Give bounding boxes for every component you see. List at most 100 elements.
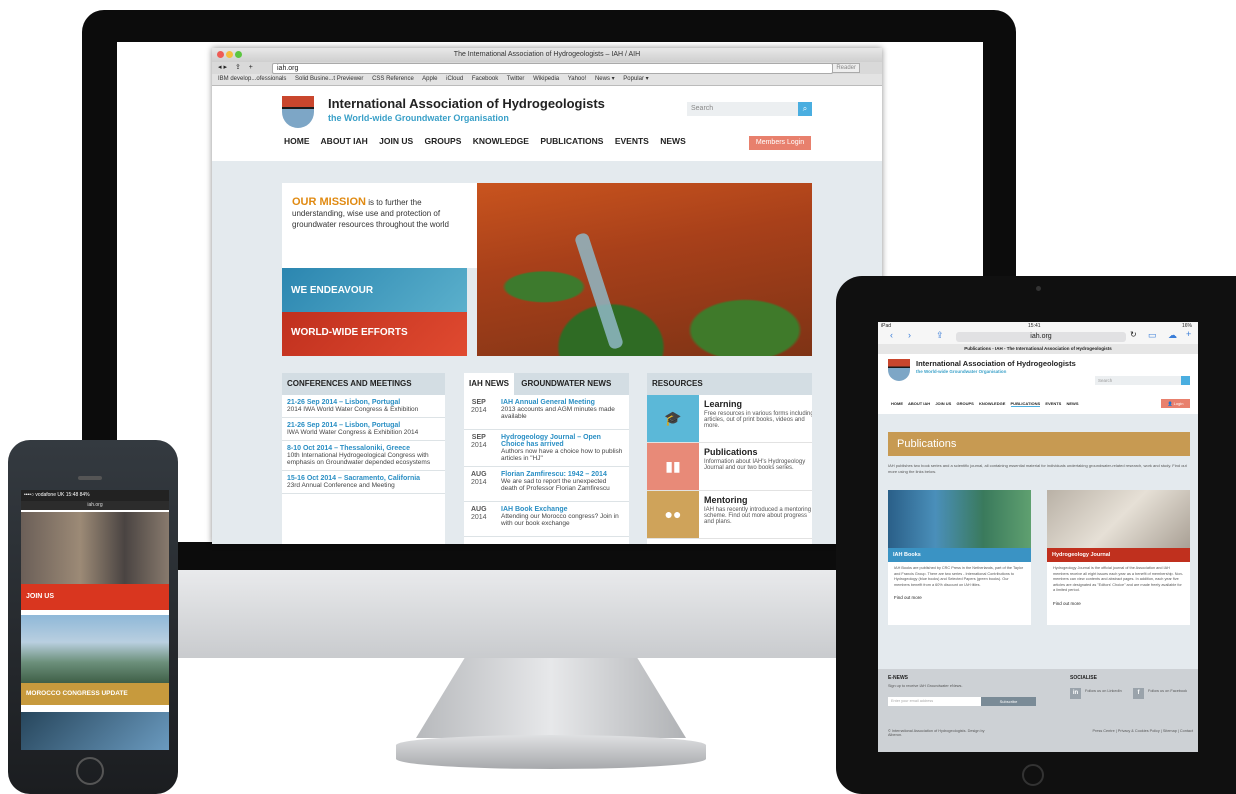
nav-publications[interactable]: PUBLICATIONS xyxy=(1010,401,1041,407)
search-input[interactable]: Search xyxy=(1095,376,1182,385)
nav-knowledge[interactable]: KNOWLEDGE xyxy=(979,401,1005,406)
bookmarks-icon[interactable]: ▭ xyxy=(1148,330,1157,341)
linkedin-icon[interactable]: in xyxy=(1070,688,1081,699)
bookmark-item[interactable]: Apple xyxy=(422,76,437,82)
news-title[interactable]: Florian Zamfirescu: 1942 – 2014 xyxy=(501,471,624,478)
nav-about[interactable]: ABOUT IAH xyxy=(321,136,368,146)
bookmark-item[interactable]: News ▾ xyxy=(595,76,615,82)
address-bar[interactable]: iah.org xyxy=(272,63,833,74)
bookmark-item[interactable]: IBM develop...ofessionals xyxy=(218,76,286,82)
list-item[interactable]: AUG 2014 IAH Book Exchange Attending our Mo… xyxy=(464,502,629,537)
list-item[interactable]: AUG 2014 Florian Zamfirescu: 1942 – 2014 We… xyxy=(464,467,629,502)
new-tab-icon[interactable]: + xyxy=(1186,329,1191,339)
tab-iah-news[interactable]: IAH NEWS xyxy=(464,373,514,395)
card-label[interactable]: Hydrogeology Journal xyxy=(1047,548,1190,562)
minimize-icon[interactable] xyxy=(226,51,233,58)
zoom-icon[interactable] xyxy=(235,51,242,58)
tab-groundwater-news[interactable]: GROUNDWATER NEWS xyxy=(516,379,616,388)
conference-title[interactable]: 21-26 Sep 2014 – Lisbon, Portugal xyxy=(287,399,440,406)
hydrogeology-journal-card[interactable]: Hydrogeology Journal Hydrogeology Journa… xyxy=(1047,490,1190,625)
nav-publications[interactable]: PUBLICATIONS xyxy=(540,136,603,146)
footer-links[interactable]: Press Centre | Privacy & Cookies Policy … xyxy=(1063,729,1193,733)
list-item[interactable]: 15-16 Oct 2014 – Sacramento, California 2… xyxy=(282,471,445,494)
conference-title[interactable]: 21-26 Sep 2014 – Lisbon, Portugal xyxy=(287,422,440,429)
find-out-more-link[interactable]: Find out more xyxy=(888,592,1031,603)
resource-title[interactable]: Publications xyxy=(704,447,812,457)
nav-knowledge[interactable]: KNOWLEDGE xyxy=(473,136,529,146)
nav-groups[interactable]: GROUPS xyxy=(425,136,462,146)
iah-books-card[interactable]: IAH Books IAH Books are published by CRC… xyxy=(888,490,1031,625)
list-item[interactable]: SEP 2014 IAH Annual General Meeting 2013 ac… xyxy=(464,395,629,430)
resource-mentoring[interactable]: ●● Mentoring IAH has recently introduced … xyxy=(647,491,812,539)
cloud-icon[interactable]: ☁ xyxy=(1168,330,1177,341)
list-item[interactable]: 21-26 Sep 2014 – Lisbon, Portugal 2014 IW… xyxy=(282,395,445,418)
nav-groups[interactable]: GROUPS xyxy=(956,401,973,406)
list-item[interactable]: SEP 2014 Hydrogeology Journal – Open Choic… xyxy=(464,430,629,467)
reload-icon[interactable]: ↻ xyxy=(1130,330,1137,339)
ipad-tab-title[interactable]: Publications - IAH - The International A… xyxy=(878,344,1198,354)
subscribe-button[interactable]: Subscribe xyxy=(981,697,1036,706)
close-icon[interactable] xyxy=(217,51,224,58)
facebook-link[interactable]: Follow us on Facebook xyxy=(1148,689,1192,693)
email-field[interactable]: Enter your email address xyxy=(888,697,981,706)
morocco-congress-tile[interactable]: MOROCCO CONGRESS UPDATE xyxy=(21,683,169,705)
resource-learning[interactable]: 🎓 Learning Free resources in various form… xyxy=(647,395,812,443)
list-item[interactable]: 21-26 Sep 2014 – Lisbon, Portugal IWA Wor… xyxy=(282,418,445,441)
forward-icon[interactable]: › xyxy=(908,330,911,340)
address-bar[interactable]: iah.org xyxy=(956,332,1126,342)
search-icon[interactable]: ⌕ xyxy=(798,102,812,116)
phone-url[interactable]: iah.org xyxy=(21,501,169,510)
reader-button[interactable]: Reader xyxy=(832,63,860,73)
nav-events[interactable]: EVENTS xyxy=(1045,401,1061,406)
search-input[interactable]: Search xyxy=(687,102,801,116)
share-icon[interactable]: ⇪ xyxy=(235,64,241,71)
list-item[interactable]: 8-10 Oct 2014 – Thessaloniki, Greece 10th… xyxy=(282,441,445,471)
home-button[interactable] xyxy=(1022,764,1044,786)
nav-join[interactable]: JOIN US xyxy=(935,401,951,406)
nav-about[interactable]: ABOUT IAH xyxy=(908,401,930,406)
nav-join[interactable]: JOIN US xyxy=(379,136,413,146)
news-title[interactable]: IAH Annual General Meeting xyxy=(501,399,624,406)
nav-home[interactable]: HOME xyxy=(891,401,903,406)
we-endeavour-tile[interactable]: WE ENDEAVOUR xyxy=(282,268,467,312)
add-icon[interactable]: + xyxy=(249,64,253,71)
resources-heading: RESOURCES xyxy=(647,373,812,395)
news-title[interactable]: Hydrogeology Journal – Open Choice has a… xyxy=(501,434,624,448)
enews-text: Sign up to receive IAH Groundwater eNews… xyxy=(888,684,963,688)
conference-title[interactable]: 8-10 Oct 2014 – Thessaloniki, Greece xyxy=(287,445,440,452)
join-us-tile[interactable]: JOIN US xyxy=(21,584,169,610)
find-out-more-link[interactable]: Find out more xyxy=(1047,598,1190,609)
back-forward-icon[interactable]: ◂ ▸ xyxy=(218,64,227,71)
site-title[interactable]: International Association of Hydrogeolog… xyxy=(328,96,605,111)
conference-title[interactable]: 15-16 Oct 2014 – Sacramento, California xyxy=(287,475,440,482)
iah-logo[interactable] xyxy=(282,96,314,128)
share-icon[interactable]: ⇪ xyxy=(936,330,944,341)
resource-publications[interactable]: ▮▮ Publications Information about IAH's H… xyxy=(647,443,812,491)
bookmark-item[interactable]: Twitter xyxy=(507,76,525,82)
iah-logo[interactable] xyxy=(888,359,910,381)
bookmark-item[interactable]: Solid Busine...t Previewer xyxy=(295,76,363,82)
bookmark-item[interactable]: Yahoo! xyxy=(568,76,587,82)
bookmark-item[interactable]: Facebook xyxy=(472,76,498,82)
facebook-icon[interactable]: f xyxy=(1133,688,1144,699)
home-button[interactable] xyxy=(76,757,104,785)
resource-title[interactable]: Mentoring xyxy=(704,495,812,505)
bookmark-item[interactable]: Popular ▾ xyxy=(623,76,648,82)
news-title[interactable]: IAH Book Exchange xyxy=(501,506,624,513)
members-login-button[interactable]: Members Login xyxy=(749,136,811,150)
login-button[interactable]: 👤 Login xyxy=(1161,399,1190,408)
search-icon[interactable] xyxy=(1181,376,1190,385)
site-title[interactable]: International Association of Hydrogeolog… xyxy=(916,359,1076,368)
card-label[interactable]: IAH Books xyxy=(888,548,1031,562)
world-wide-efforts-tile[interactable]: WORLD-WIDE EFFORTS xyxy=(282,312,467,356)
nav-news[interactable]: NEWS xyxy=(660,136,686,146)
bookmark-item[interactable]: Wikipedia xyxy=(533,76,559,82)
back-icon[interactable]: ‹ xyxy=(890,330,893,340)
nav-events[interactable]: EVENTS xyxy=(615,136,649,146)
nav-news[interactable]: NEWS xyxy=(1066,401,1078,406)
nav-home[interactable]: HOME xyxy=(284,136,310,146)
bookmark-item[interactable]: iCloud xyxy=(446,76,463,82)
linkedin-link[interactable]: Follow us on LinkedIn xyxy=(1085,689,1125,693)
bookmark-item[interactable]: CSS Reference xyxy=(372,76,414,82)
resource-title[interactable]: Learning xyxy=(704,399,812,409)
